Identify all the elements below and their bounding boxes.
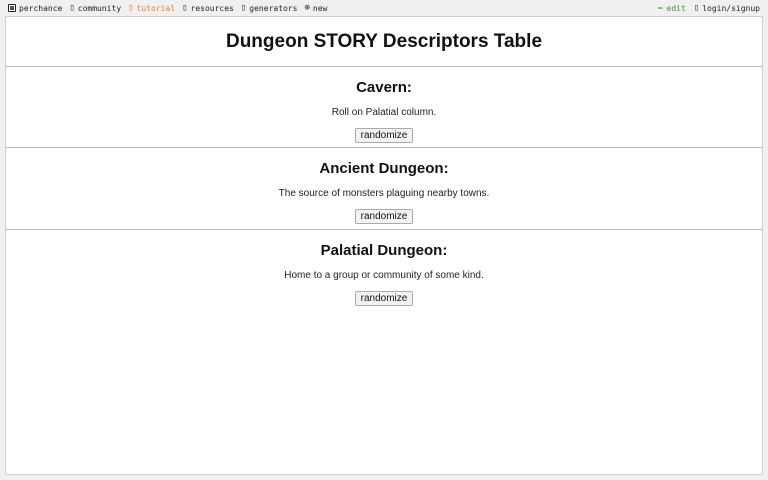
randomize-button[interactable]: randomize [354, 209, 414, 224]
tutorial-icon: ▯ [128, 2, 134, 13]
user-icon: ▯ [693, 2, 700, 13]
section-text: Home to a group or community of some kin… [284, 270, 484, 281]
pencil-icon: ✏ [658, 2, 664, 13]
edit-link[interactable]: ✏ edit [658, 2, 686, 13]
community-icon: ▯ [69, 2, 75, 13]
section-heading: Ancient Dungeon: [319, 160, 449, 177]
resources-icon: ▯ [182, 2, 188, 13]
nav-community-label: community [77, 3, 122, 13]
nav-tutorial-label: tutorial [136, 3, 176, 13]
section-cavern: Cavern: Roll on Palatial column. randomi… [6, 79, 762, 143]
nav-new-link[interactable]: ⊕ new [304, 2, 328, 13]
nav-perchance-link[interactable]: perchance [8, 4, 62, 13]
nav-community-link[interactable]: ▯ community [69, 2, 122, 13]
section-heading: Palatial Dungeon: [320, 242, 448, 259]
nav-generators-link[interactable]: ▯ generators [240, 2, 298, 13]
randomize-button[interactable]: randomize [354, 291, 414, 306]
edit-label: edit [666, 3, 686, 13]
plus-circle-icon: ⊕ [304, 2, 310, 13]
section-text: The source of monsters plaguing nearby t… [278, 188, 490, 199]
nav-links: perchance ▯ community ▯ tutorial ▯ resou… [8, 2, 328, 13]
generators-icon: ▯ [240, 2, 247, 13]
section-divider [6, 229, 762, 230]
section-divider [6, 66, 762, 67]
section-text: Roll on Palatial column. [331, 107, 437, 118]
generator-output-frame: Dungeon STORY Descriptors Table Cavern: … [5, 16, 763, 475]
nav-perchance-label: perchance [19, 3, 63, 13]
section-divider [6, 147, 762, 148]
nav-resources-label: resources [190, 3, 234, 13]
page-title: Dungeon STORY Descriptors Table [225, 31, 543, 52]
nav-generators-label: generators [249, 3, 298, 13]
dice-icon [8, 4, 16, 12]
section-heading: Cavern: [356, 79, 412, 96]
nav-new-label: new [312, 3, 328, 13]
login-signup-label: login/signup [702, 3, 760, 13]
section-palatial-dungeon: Palatial Dungeon: Home to a group or com… [6, 242, 762, 306]
login-signup-link[interactable]: ▯ login/signup [693, 2, 760, 13]
nav-resources-link[interactable]: ▯ resources [182, 2, 234, 13]
top-navigation-bar: perchance ▯ community ▯ tutorial ▯ resou… [0, 0, 768, 16]
nav-tutorial-link[interactable]: ▯ tutorial [128, 2, 176, 13]
randomize-button[interactable]: randomize [354, 128, 414, 143]
section-ancient-dungeon: Ancient Dungeon: The source of monsters … [6, 160, 762, 224]
account-links: ✏ edit ▯ login/signup [658, 2, 760, 13]
